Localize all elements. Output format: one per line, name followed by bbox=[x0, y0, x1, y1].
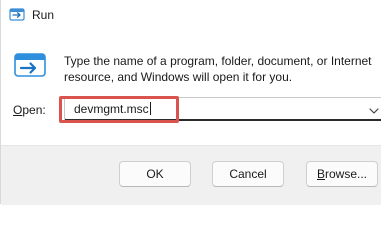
description-line-2: resource, and Windows will open it for y… bbox=[64, 70, 293, 84]
cancel-button[interactable]: Cancel bbox=[212, 161, 284, 187]
dialog-description: Type the name of a program, folder, docu… bbox=[64, 53, 381, 85]
run-dialog-icon bbox=[14, 50, 46, 82]
ok-button[interactable]: OK bbox=[119, 161, 191, 187]
open-label-text: pen: bbox=[22, 103, 46, 117]
browse-label: rowse... bbox=[325, 167, 368, 181]
run-app-icon bbox=[9, 7, 25, 23]
run-dialog: Run Type the name of a program, folder, … bbox=[0, 0, 381, 205]
window-title: Run bbox=[32, 8, 55, 22]
browse-button[interactable]: Browse... bbox=[306, 161, 378, 187]
title-bar[interactable]: Run bbox=[1, 0, 381, 30]
open-label-accelerator: O bbox=[13, 103, 23, 117]
annotation-highlight-box bbox=[59, 96, 179, 123]
open-label: Open: bbox=[13, 103, 46, 117]
description-line-1: Type the name of a program, folder, docu… bbox=[64, 54, 372, 68]
browse-accelerator: B bbox=[316, 167, 325, 181]
chevron-down-icon[interactable] bbox=[369, 104, 379, 114]
button-footer: OK Cancel Browse... bbox=[1, 145, 381, 205]
